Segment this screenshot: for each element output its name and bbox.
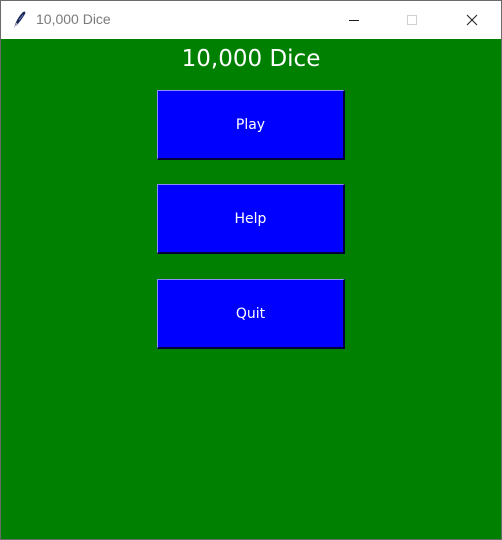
main-panel: 10,000 Dice Play Help Quit bbox=[1, 39, 501, 539]
app-window: 10,000 Dice 10,000 Dice Play Help Quit bbox=[0, 0, 502, 540]
maximize-icon[interactable] bbox=[389, 1, 435, 39]
close-icon[interactable] bbox=[449, 1, 495, 39]
help-button[interactable]: Help bbox=[157, 184, 345, 254]
play-button[interactable]: Play bbox=[157, 90, 345, 160]
title-bar[interactable]: 10,000 Dice bbox=[1, 1, 501, 39]
feather-icon bbox=[11, 10, 27, 30]
minimize-icon[interactable] bbox=[331, 1, 377, 39]
page-title: 10,000 Dice bbox=[181, 46, 321, 72]
quit-button[interactable]: Quit bbox=[157, 279, 345, 349]
window-title: 10,000 Dice bbox=[36, 11, 111, 27]
